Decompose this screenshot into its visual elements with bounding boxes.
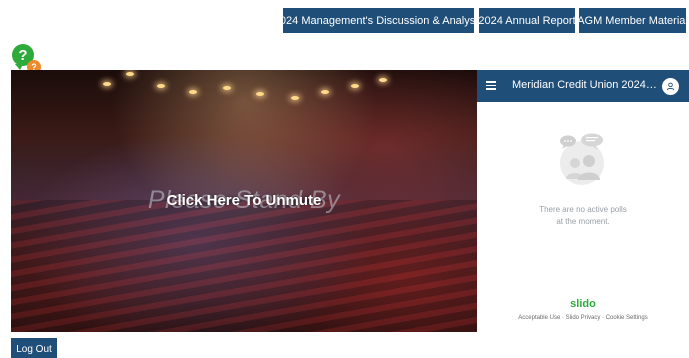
cookie-settings-link[interactable]: Cookie Settings bbox=[606, 315, 648, 321]
user-avatar-icon[interactable] bbox=[662, 78, 679, 95]
no-polls-line-2: at the moment. bbox=[556, 217, 610, 226]
no-polls-line-1: There are no active polls bbox=[539, 205, 627, 214]
auditorium-seats bbox=[11, 200, 477, 332]
no-polls-message: There are no active polls at the moment. bbox=[477, 204, 689, 228]
slido-footer: Acceptable Use · Slido Privacy · Cookie … bbox=[477, 315, 689, 321]
no-polls-illustration bbox=[557, 133, 607, 185]
stage-lights bbox=[11, 70, 477, 130]
agm-member-material-button[interactable]: AGM Member Material bbox=[577, 8, 688, 33]
footer-separator: · bbox=[602, 315, 605, 321]
slido-panel: Meridian Credit Union 2024 A... There ar… bbox=[477, 70, 689, 332]
footer-separator: · bbox=[561, 315, 564, 321]
video-player[interactable]: Please Stand By Click Here To Unmute bbox=[11, 70, 477, 332]
slido-privacy-link[interactable]: Slido Privacy bbox=[566, 315, 601, 321]
unmute-button[interactable]: Click Here To Unmute bbox=[11, 192, 477, 209]
log-out-button[interactable]: Log Out bbox=[11, 338, 57, 358]
slido-logo[interactable]: slido bbox=[477, 298, 689, 310]
annual-report-button[interactable]: 2024 Annual Report bbox=[478, 8, 576, 33]
mda-button[interactable]: 2024 Management's Discussion & Analysis bbox=[274, 8, 483, 33]
acceptable-use-link[interactable]: Acceptable Use bbox=[518, 315, 560, 321]
menu-icon[interactable] bbox=[486, 81, 496, 90]
slido-header: Meridian Credit Union 2024 A... bbox=[477, 70, 689, 102]
slido-event-title: Meridian Credit Union 2024 A... bbox=[512, 79, 657, 91]
